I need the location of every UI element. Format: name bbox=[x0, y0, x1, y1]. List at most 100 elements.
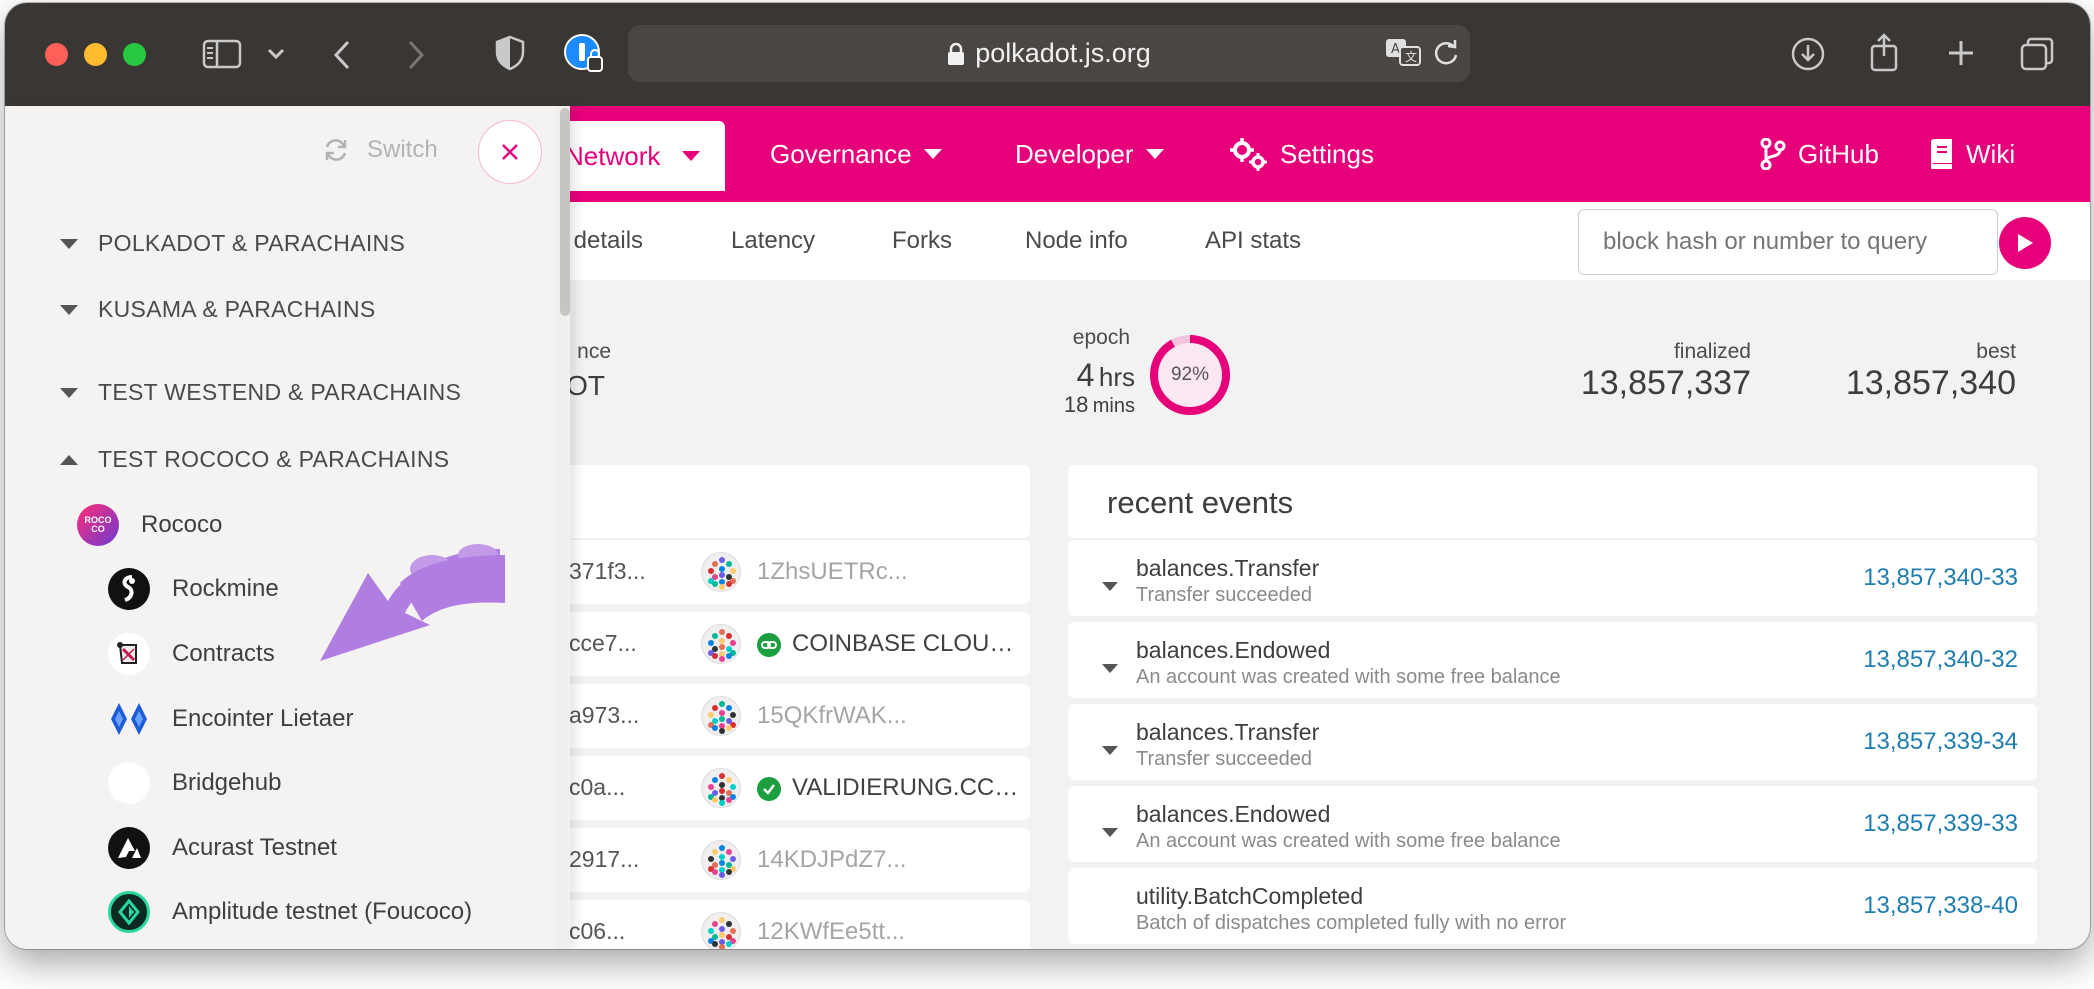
epoch-progress-ring: 92% bbox=[1148, 333, 1232, 417]
block-hash[interactable]: c06... bbox=[569, 918, 625, 945]
event-row[interactable]: balances.Endowed An account was created w… bbox=[1068, 622, 2037, 698]
chain-contracts[interactable]: Contracts bbox=[108, 633, 275, 675]
gears-icon bbox=[1230, 137, 1268, 171]
relay-rococo[interactable]: ROCOCO Rococo bbox=[77, 504, 222, 546]
epoch-percent: 92% bbox=[1170, 364, 1210, 385]
block-author[interactable]: VALIDIERUNG.CC… bbox=[792, 774, 1018, 802]
downloads-icon[interactable] bbox=[1789, 35, 1827, 73]
svg-text:A: A bbox=[1391, 42, 1400, 57]
code-branch-icon bbox=[1760, 138, 1786, 170]
block-hash[interactable]: a973... bbox=[569, 702, 639, 729]
nav-github-link[interactable]: GitHub bbox=[1760, 106, 1879, 202]
share-icon[interactable] bbox=[1867, 31, 1901, 73]
translate-icon[interactable]: A文 bbox=[1384, 37, 1424, 69]
minimize-window-button[interactable] bbox=[84, 43, 107, 66]
lock-icon bbox=[947, 42, 965, 66]
back-icon[interactable] bbox=[327, 35, 357, 75]
identicon-icon bbox=[701, 624, 741, 664]
event-row[interactable]: balances.Transfer Transfer succeeded 13,85… bbox=[1068, 704, 2037, 780]
event-name: balances.Endowed bbox=[1136, 637, 1331, 663]
block-row[interactable]: 371f3... 1ZhsUETRc... bbox=[545, 540, 1030, 604]
event-description: Batch of dispatches completed fully with… bbox=[1136, 912, 1567, 934]
block-row[interactable]: c0a... VALIDIERUNG.CC… bbox=[545, 756, 1030, 820]
block-hash[interactable]: cce7... bbox=[569, 630, 637, 657]
block-row[interactable]: 2917... 14KDJPdZ7... bbox=[545, 828, 1030, 892]
block-author[interactable]: 14KDJPdZ7... bbox=[757, 846, 906, 874]
browser-toolbar: polkadot.js.org A文 bbox=[5, 3, 2090, 106]
sidebar-scroll-thumb[interactable] bbox=[560, 108, 570, 316]
tab-overview-icon[interactable] bbox=[2018, 35, 2056, 73]
tab-latency[interactable]: Latency bbox=[731, 202, 815, 280]
caret-down-icon bbox=[60, 387, 78, 398]
tab-api-stats[interactable]: API stats bbox=[1205, 202, 1301, 280]
event-block-link[interactable]: 13,857,339-34 bbox=[1728, 728, 2018, 756]
event-row[interactable]: balances.Endowed An account was created w… bbox=[1068, 786, 2037, 862]
recent-events-header: recent events bbox=[1068, 465, 2037, 538]
epoch-hours-value: 4 bbox=[1076, 357, 1095, 393]
block-hash[interactable]: c0a... bbox=[569, 774, 625, 801]
block-row[interactable]: c06... 12KWfEe5tt... bbox=[545, 900, 1030, 949]
sidebar-toggle-icon[interactable] bbox=[200, 36, 244, 72]
expand-caret-icon[interactable] bbox=[1102, 664, 1118, 673]
event-block-link[interactable]: 13,857,340-32 bbox=[1728, 646, 2018, 674]
expand-caret-icon[interactable] bbox=[1102, 746, 1118, 755]
section-polkadot[interactable]: POLKADOT & PARACHAINS bbox=[60, 230, 405, 257]
block-author[interactable]: COINBASE CLOU… bbox=[792, 630, 1013, 658]
expand-caret-icon[interactable] bbox=[1102, 582, 1118, 591]
switch-button[interactable]: Switch bbox=[323, 136, 438, 164]
event-row[interactable]: utility.BatchCompleted Batch of dispatche… bbox=[1068, 868, 2037, 944]
nav-settings-link[interactable]: Settings bbox=[1230, 106, 1374, 202]
nav-governance-menu[interactable]: Governance bbox=[770, 106, 942, 202]
query-submit-button[interactable] bbox=[1999, 217, 2051, 269]
chain-rockmine[interactable]: Rockmine bbox=[108, 568, 279, 610]
section-westend[interactable]: TEST WESTEND & PARACHAINS bbox=[60, 379, 461, 406]
nav-developer-menu[interactable]: Developer bbox=[1015, 106, 1164, 202]
tab-forks[interactable]: Forks bbox=[892, 202, 952, 280]
privacy-shield-icon[interactable] bbox=[493, 33, 527, 73]
block-author[interactable]: 12KWfEe5tt... bbox=[757, 918, 905, 946]
chain-bridgehub-label: Bridgehub bbox=[172, 769, 282, 796]
block-hash[interactable]: 371f3... bbox=[569, 558, 646, 585]
block-author[interactable]: 15QKfrWAK... bbox=[757, 702, 907, 730]
nav-network-label: Network bbox=[565, 140, 661, 171]
section-kusama[interactable]: KUSAMA & PARACHAINS bbox=[60, 296, 376, 323]
reload-icon[interactable] bbox=[1432, 39, 1460, 67]
chain-acurast[interactable]: Acurast Testnet bbox=[108, 827, 337, 869]
new-tab-icon[interactable] bbox=[1945, 37, 1977, 69]
block-query-input[interactable] bbox=[1578, 209, 1998, 275]
best-value: 13,857,340 bbox=[1845, 364, 2016, 402]
block-hash[interactable]: 2917... bbox=[569, 846, 639, 873]
tab-node-info[interactable]: Node info bbox=[1025, 202, 1128, 280]
svg-text:文: 文 bbox=[1405, 49, 1417, 64]
sync-icon bbox=[323, 137, 349, 163]
chevron-down-icon[interactable] bbox=[263, 41, 289, 67]
finalized-label: finalized bbox=[1673, 340, 1751, 363]
event-description: An account was created with some free ba… bbox=[1136, 830, 1561, 852]
expand-caret-icon[interactable] bbox=[1102, 828, 1118, 837]
event-block-link[interactable]: 13,857,340-33 bbox=[1728, 564, 2018, 592]
chain-encointer[interactable]: Encointer Lietaer bbox=[108, 698, 353, 740]
extension-1password-icon[interactable] bbox=[563, 33, 605, 75]
close-sidebar-button[interactable] bbox=[478, 120, 542, 184]
event-row[interactable]: balances.Transfer Transfer succeeded 13,85… bbox=[1068, 540, 2037, 616]
nav-wiki-link[interactable]: Wiki bbox=[1928, 106, 2015, 202]
event-block-link[interactable]: 13,857,338-40 bbox=[1728, 892, 2018, 920]
network-selector-sidebar: Switch POLKADOT & PARACHAINS KUSAMA & PA… bbox=[5, 106, 570, 949]
forward-icon[interactable] bbox=[401, 35, 431, 75]
switch-label: Switch bbox=[367, 136, 438, 163]
section-rococo[interactable]: TEST ROCOCO & PARACHAINS bbox=[60, 446, 449, 473]
caret-down-icon bbox=[60, 304, 78, 315]
chain-bridgehub[interactable]: Bridgehub bbox=[108, 762, 281, 804]
close-window-button[interactable] bbox=[45, 43, 68, 66]
chain-amplitude[interactable]: Amplitude testnet (Foucoco) bbox=[108, 891, 472, 933]
block-row[interactable]: a973... 15QKfrWAK... bbox=[545, 684, 1030, 748]
event-block-link[interactable]: 13,857,339-33 bbox=[1728, 810, 2018, 838]
block-row[interactable]: cce7... COINBASE CLOU… bbox=[545, 612, 1030, 676]
nav-network-tab[interactable]: Network bbox=[545, 121, 725, 191]
nav-wiki-label: Wiki bbox=[1966, 138, 2016, 169]
zoom-window-button[interactable] bbox=[123, 43, 146, 66]
block-author[interactable]: 1ZhsUETRc... bbox=[757, 558, 908, 586]
chevron-down-icon bbox=[1145, 149, 1164, 159]
address-bar[interactable]: polkadot.js.org A文 bbox=[628, 25, 1470, 82]
contracts-scroll-icon bbox=[108, 633, 150, 675]
